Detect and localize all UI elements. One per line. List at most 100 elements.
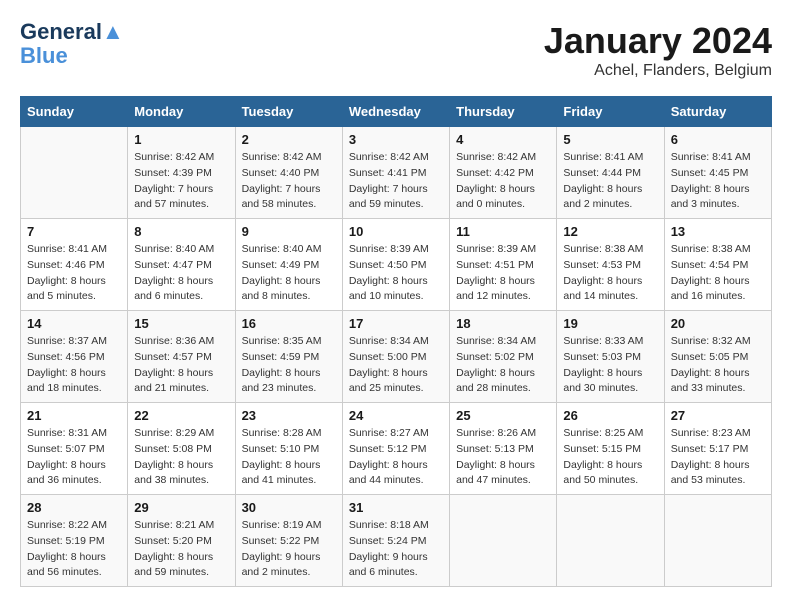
day-number: 18 [456, 316, 550, 331]
day-cell: 18Sunrise: 8:34 AMSunset: 5:02 PMDayligh… [450, 311, 557, 403]
day-cell [450, 495, 557, 587]
day-cell: 6 Sunrise: 8:41 AMSunset: 4:45 PMDaylight… [664, 127, 771, 219]
calendar-body: 1 Sunrise: 8:42 AMSunset: 4:39 PMDaylight… [21, 127, 772, 587]
day-number: 8 [134, 224, 228, 239]
day-number: 21 [27, 408, 121, 423]
header-cell-thursday: Thursday [450, 97, 557, 127]
header-cell-tuesday: Tuesday [235, 97, 342, 127]
day-cell: 3 Sunrise: 8:42 AMSunset: 4:41 PMDaylight… [342, 127, 449, 219]
day-cell: 17Sunrise: 8:34 AMSunset: 5:00 PMDayligh… [342, 311, 449, 403]
day-number: 31 [349, 500, 443, 515]
day-detail: Sunrise: 8:40 AMSunset: 4:49 PMDaylight:… [242, 242, 336, 305]
title-section: January 2024 Achel, Flanders, Belgium [544, 20, 772, 80]
calendar-title: January 2024 [544, 20, 772, 62]
week-row-4: 21 Sunrise: 8:31 AMSunset: 5:07 PMDayligh… [21, 403, 772, 495]
day-detail: Sunrise: 8:39 AMSunset: 4:51 PMDaylight:… [456, 242, 550, 305]
day-cell: 20 Sunrise: 8:32 AMSunset: 5:05 PMDayligh… [664, 311, 771, 403]
day-detail: Sunrise: 8:31 AMSunset: 5:07 PMDaylight:… [27, 426, 121, 489]
day-number: 20 [671, 316, 765, 331]
day-cell: 14 Sunrise: 8:37 AMSunset: 4:56 PMDayligh… [21, 311, 128, 403]
day-number: 25 [456, 408, 550, 423]
header-cell-friday: Friday [557, 97, 664, 127]
day-detail: Sunrise: 8:33 AMSunset: 5:03 PMDaylight:… [563, 334, 657, 397]
day-cell: 13 Sunrise: 8:38 AMSunset: 4:54 PMDayligh… [664, 219, 771, 311]
day-number: 28 [27, 500, 121, 515]
day-number: 1 [134, 132, 228, 147]
day-cell: 31 Sunrise: 8:18 AMSunset: 5:24 PMDayligh… [342, 495, 449, 587]
day-detail: Sunrise: 8:38 AMSunset: 4:54 PMDaylight:… [671, 242, 765, 305]
week-row-2: 7 Sunrise: 8:41 AMSunset: 4:46 PMDaylight… [21, 219, 772, 311]
day-cell: 22Sunrise: 8:29 AMSunset: 5:08 PMDayligh… [128, 403, 235, 495]
day-number: 15 [134, 316, 228, 331]
day-detail: Sunrise: 8:42 AMSunset: 4:39 PMDaylight:… [134, 150, 228, 213]
day-cell: 7 Sunrise: 8:41 AMSunset: 4:46 PMDaylight… [21, 219, 128, 311]
day-cell [557, 495, 664, 587]
day-number: 10 [349, 224, 443, 239]
day-number: 12 [563, 224, 657, 239]
day-cell: 15 Sunrise: 8:36 AMSunset: 4:57 PMDayligh… [128, 311, 235, 403]
calendar-table: SundayMondayTuesdayWednesdayThursdayFrid… [20, 96, 772, 587]
day-number: 27 [671, 408, 765, 423]
day-cell: 4Sunrise: 8:42 AMSunset: 4:42 PMDaylight… [450, 127, 557, 219]
day-cell [21, 127, 128, 219]
header-cell-saturday: Saturday [664, 97, 771, 127]
day-cell: 23Sunrise: 8:28 AMSunset: 5:10 PMDayligh… [235, 403, 342, 495]
day-detail: Sunrise: 8:27 AMSunset: 5:12 PMDaylight:… [349, 426, 443, 489]
day-number: 4 [456, 132, 550, 147]
day-cell: 27Sunrise: 8:23 AMSunset: 5:17 PMDayligh… [664, 403, 771, 495]
day-detail: Sunrise: 8:25 AMSunset: 5:15 PMDaylight:… [563, 426, 657, 489]
day-detail: Sunrise: 8:36 AMSunset: 4:57 PMDaylight:… [134, 334, 228, 397]
day-detail: Sunrise: 8:41 AMSunset: 4:45 PMDaylight:… [671, 150, 765, 213]
day-detail: Sunrise: 8:42 AMSunset: 4:41 PMDaylight:… [349, 150, 443, 213]
day-detail: Sunrise: 8:34 AMSunset: 5:00 PMDaylight:… [349, 334, 443, 397]
day-cell: 10 Sunrise: 8:39 AMSunset: 4:50 PMDayligh… [342, 219, 449, 311]
day-detail: Sunrise: 8:35 AMSunset: 4:59 PMDaylight:… [242, 334, 336, 397]
logo: General▲ Blue [20, 20, 124, 68]
day-cell [664, 495, 771, 587]
calendar-subtitle: Achel, Flanders, Belgium [544, 62, 772, 80]
day-cell: 30 Sunrise: 8:19 AMSunset: 5:22 PMDayligh… [235, 495, 342, 587]
day-detail: Sunrise: 8:39 AMSunset: 4:50 PMDaylight:… [349, 242, 443, 305]
day-cell: 5Sunrise: 8:41 AMSunset: 4:44 PMDaylight… [557, 127, 664, 219]
day-cell: 28Sunrise: 8:22 AMSunset: 5:19 PMDayligh… [21, 495, 128, 587]
day-detail: Sunrise: 8:40 AMSunset: 4:47 PMDaylight:… [134, 242, 228, 305]
day-cell: 21 Sunrise: 8:31 AMSunset: 5:07 PMDayligh… [21, 403, 128, 495]
day-number: 7 [27, 224, 121, 239]
day-cell: 9Sunrise: 8:40 AMSunset: 4:49 PMDaylight… [235, 219, 342, 311]
day-number: 16 [242, 316, 336, 331]
day-number: 24 [349, 408, 443, 423]
logo-text: General▲ Blue [20, 20, 124, 68]
day-cell: 2 Sunrise: 8:42 AMSunset: 4:40 PMDaylight… [235, 127, 342, 219]
day-cell: 29Sunrise: 8:21 AMSunset: 5:20 PMDayligh… [128, 495, 235, 587]
day-number: 6 [671, 132, 765, 147]
day-number: 22 [134, 408, 228, 423]
day-detail: Sunrise: 8:37 AMSunset: 4:56 PMDaylight:… [27, 334, 121, 397]
day-number: 30 [242, 500, 336, 515]
day-detail: Sunrise: 8:18 AMSunset: 5:24 PMDaylight:… [349, 518, 443, 581]
page-header: General▲ Blue January 2024 Achel, Flande… [20, 20, 772, 80]
day-cell: 19Sunrise: 8:33 AMSunset: 5:03 PMDayligh… [557, 311, 664, 403]
day-cell: 25Sunrise: 8:26 AMSunset: 5:13 PMDayligh… [450, 403, 557, 495]
day-number: 14 [27, 316, 121, 331]
day-detail: Sunrise: 8:42 AMSunset: 4:40 PMDaylight:… [242, 150, 336, 213]
day-number: 5 [563, 132, 657, 147]
header-cell-wednesday: Wednesday [342, 97, 449, 127]
day-detail: Sunrise: 8:21 AMSunset: 5:20 PMDaylight:… [134, 518, 228, 581]
day-number: 26 [563, 408, 657, 423]
day-number: 11 [456, 224, 550, 239]
day-cell: 11 Sunrise: 8:39 AMSunset: 4:51 PMDayligh… [450, 219, 557, 311]
day-number: 13 [671, 224, 765, 239]
day-cell: 24 Sunrise: 8:27 AMSunset: 5:12 PMDayligh… [342, 403, 449, 495]
day-number: 2 [242, 132, 336, 147]
week-row-5: 28Sunrise: 8:22 AMSunset: 5:19 PMDayligh… [21, 495, 772, 587]
day-detail: Sunrise: 8:32 AMSunset: 5:05 PMDaylight:… [671, 334, 765, 397]
day-cell: 1 Sunrise: 8:42 AMSunset: 4:39 PMDaylight… [128, 127, 235, 219]
day-detail: Sunrise: 8:41 AMSunset: 4:46 PMDaylight:… [27, 242, 121, 305]
header-cell-monday: Monday [128, 97, 235, 127]
day-detail: Sunrise: 8:28 AMSunset: 5:10 PMDaylight:… [242, 426, 336, 489]
calendar-header-row: SundayMondayTuesdayWednesdayThursdayFrid… [21, 97, 772, 127]
day-number: 3 [349, 132, 443, 147]
day-cell: 12Sunrise: 8:38 AMSunset: 4:53 PMDayligh… [557, 219, 664, 311]
day-detail: Sunrise: 8:19 AMSunset: 5:22 PMDaylight:… [242, 518, 336, 581]
week-row-1: 1 Sunrise: 8:42 AMSunset: 4:39 PMDaylight… [21, 127, 772, 219]
